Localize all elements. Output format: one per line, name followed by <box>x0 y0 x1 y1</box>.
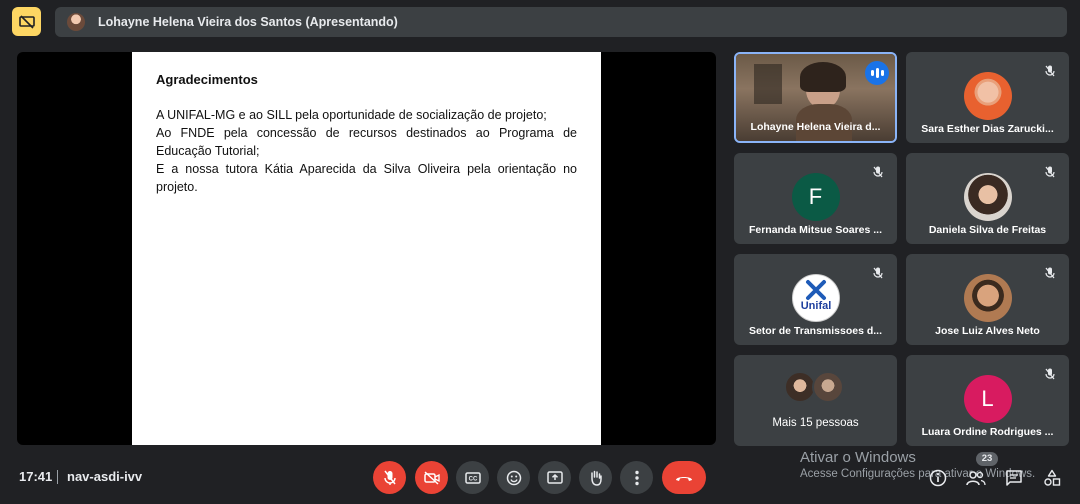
camera-off-icon <box>423 470 440 485</box>
raise-hand-icon <box>590 470 602 486</box>
svg-text:CC: CC <box>468 476 477 482</box>
activation-watermark-title: Ativar o Windows <box>800 449 916 466</box>
slide-line: A UNIFAL-MG e ao SILL pela oportunidade … <box>156 108 547 122</box>
more-participants-tile[interactable]: Mais 15 pessoas <box>734 355 897 446</box>
clock: 17:41 <box>19 469 53 484</box>
mic-off-icon <box>383 470 396 485</box>
captions-button[interactable]: CC <box>456 461 489 494</box>
mic-off-icon <box>1039 262 1061 284</box>
participant-name: Jose Luiz Alves Neto <box>935 325 1040 337</box>
activities-button[interactable] <box>1041 467 1063 489</box>
participant-name: Daniela Silva de Freitas <box>928 224 1047 236</box>
presenter-label: Lohayne Helena Vieira dos Santos (Aprese… <box>98 15 398 29</box>
mic-off-icon <box>867 161 889 183</box>
participant-tile[interactable]: L Luara Ordine Rodrigues ... <box>906 355 1069 446</box>
chat-button[interactable] <box>1003 467 1025 489</box>
mic-toggle-button[interactable] <box>373 461 406 494</box>
divider <box>57 470 58 484</box>
participants-button[interactable] <box>965 467 987 489</box>
participant-tile[interactable]: Unifal Setor de Transmissoes d... <box>734 254 897 345</box>
info-icon <box>929 469 947 487</box>
emoji-icon <box>506 470 521 485</box>
more-options-icon <box>634 470 639 485</box>
avatar-initial: L <box>981 386 994 411</box>
chat-icon <box>1006 470 1022 486</box>
presenter-bar: Lohayne Helena Vieira dos Santos (Aprese… <box>55 7 1067 37</box>
activities-icon <box>1044 469 1061 486</box>
mic-off-icon <box>1039 60 1061 82</box>
mic-off-icon <box>1039 363 1061 385</box>
slide-line: E a nossa tutora Kátia Aparecida da Silv… <box>156 162 577 194</box>
reactions-button[interactable] <box>497 461 530 494</box>
speaking-indicator-icon <box>865 61 889 85</box>
avatar: F <box>791 173 840 221</box>
participant-tile[interactable]: Jose Luiz Alves Neto <box>906 254 1069 345</box>
more-options-button[interactable] <box>620 461 653 494</box>
activation-watermark-text: Acesse Configurações para ativar o Windo… <box>800 468 1036 480</box>
screen-share-icon[interactable] <box>12 7 41 36</box>
leave-call-button[interactable] <box>662 461 706 494</box>
participants-count-badge: 23 <box>976 452 998 466</box>
mic-off-icon <box>867 262 889 284</box>
unifal-logo-icon: Unifal <box>791 274 840 322</box>
mic-off-icon <box>1039 161 1061 183</box>
avatar-initial: F <box>808 184 823 209</box>
slide-line: Ao FNDE pela concessão de recursos desti… <box>156 126 577 158</box>
avatar <box>67 13 85 31</box>
avatar <box>812 371 844 403</box>
presentation-stage: Agradecimentos A UNIFAL-MG e ao SILL pel… <box>17 52 716 445</box>
participant-name: Setor de Transmissoes d... <box>748 325 883 337</box>
camera-toggle-button[interactable] <box>415 461 448 494</box>
participant-name: Luara Ordine Rodrigues ... <box>921 426 1054 438</box>
hangup-icon <box>676 476 692 481</box>
slide-title: Agradecimentos <box>156 72 258 87</box>
participant-name: Sara Esther Dias Zarucki... <box>921 123 1054 135</box>
participant-name: Mais 15 pessoas <box>772 417 859 429</box>
captions-icon: CC <box>464 471 481 484</box>
participant-tile[interactable]: Lohayne Helena Vieira d... <box>734 52 897 143</box>
meeting-details-button[interactable] <box>927 467 949 489</box>
avatar <box>963 173 1012 221</box>
present-icon <box>546 470 563 484</box>
participant-tile[interactable]: Sara Esther Dias Zarucki... <box>906 52 1069 143</box>
meeting-code: nav-asdi-ivv <box>67 469 143 484</box>
participant-name: Fernanda Mitsue Soares ... <box>748 224 883 236</box>
present-button[interactable] <box>538 461 571 494</box>
avatar <box>963 274 1012 322</box>
avatar: L <box>963 375 1012 423</box>
slide: Agradecimentos A UNIFAL-MG e ao SILL pel… <box>132 52 601 445</box>
avatar <box>963 72 1012 120</box>
svg-text:Unifal: Unifal <box>800 300 831 312</box>
participant-name: Lohayne Helena Vieira d... <box>750 121 881 133</box>
raise-hand-button[interactable] <box>579 461 612 494</box>
participant-tile[interactable]: F Fernanda Mitsue Soares ... <box>734 153 897 244</box>
people-icon <box>966 471 986 486</box>
participant-tile[interactable]: Daniela Silva de Freitas <box>906 153 1069 244</box>
